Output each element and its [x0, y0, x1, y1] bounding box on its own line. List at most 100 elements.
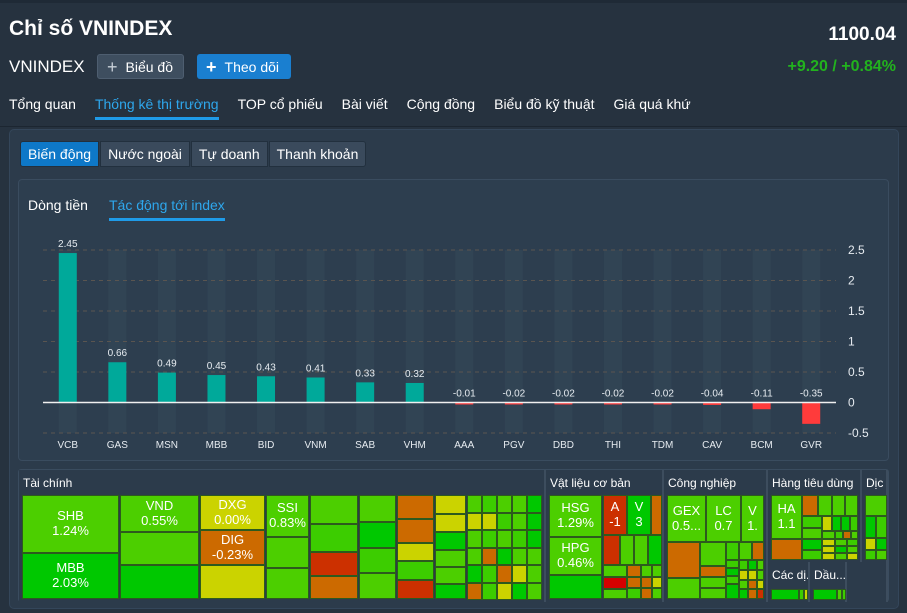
stock-cell[interactable]: [397, 543, 434, 561]
stock-cell[interactable]: [266, 537, 309, 568]
sector-industrials[interactable]: Công nghiệp GEX 0.5... LC 0.7 V 1.: [664, 470, 768, 602]
stock-cell-mbb[interactable]: MBB 2.03%: [22, 553, 119, 599]
stock-cell[interactable]: [603, 577, 627, 589]
stock-cell[interactable]: [200, 565, 265, 599]
stock-cell-lc[interactable]: LC 0.7: [706, 495, 741, 542]
stock-cell[interactable]: [865, 538, 876, 550]
stock-cell[interactable]: [435, 550, 466, 567]
stock-cell[interactable]: [497, 582, 512, 600]
stock-cell[interactable]: [620, 535, 634, 565]
stock-cell[interactable]: [512, 547, 527, 565]
stock-cell-ssi[interactable]: SSI 0.83%: [266, 495, 309, 537]
stock-cell[interactable]: [726, 560, 739, 568]
stock-cell-ha[interactable]: HA 1.1: [771, 495, 802, 539]
stock-cell[interactable]: [634, 535, 648, 565]
stock-cell[interactable]: [497, 547, 512, 565]
stock-cell[interactable]: [813, 589, 837, 600]
stock-cell[interactable]: [802, 528, 822, 539]
stock-cell[interactable]: [603, 589, 627, 599]
stock-cell[interactable]: [726, 576, 739, 584]
stock-cell[interactable]: [435, 532, 466, 550]
stock-cell-v[interactable]: V3: [627, 495, 651, 535]
stock-cell[interactable]: [482, 512, 497, 530]
stock-cell[interactable]: [435, 584, 466, 599]
stock-cell[interactable]: [835, 546, 847, 553]
stock-cell[interactable]: [832, 495, 845, 516]
stock-cell[interactable]: [467, 530, 482, 548]
stock-cell[interactable]: [641, 588, 652, 599]
stock-cell[interactable]: [757, 570, 764, 580]
stock-cell[interactable]: [832, 516, 841, 531]
stock-cell[interactable]: [482, 495, 497, 513]
stock-cell[interactable]: [842, 589, 846, 600]
stock-cell[interactable]: [841, 516, 850, 531]
stock-cell[interactable]: [851, 531, 858, 539]
stock-cell[interactable]: [667, 578, 700, 599]
stock-cell[interactable]: [752, 542, 764, 560]
stock-cell[interactable]: [651, 495, 662, 535]
stock-cell[interactable]: [726, 542, 739, 560]
stock-cell[interactable]: [843, 531, 851, 539]
stock-cell[interactable]: [310, 576, 358, 599]
stock-cell[interactable]: [804, 589, 808, 600]
stock-cell[interactable]: [527, 530, 542, 548]
stock-cell[interactable]: [310, 524, 358, 552]
stock-cell[interactable]: [482, 582, 497, 600]
stock-cell[interactable]: [652, 588, 662, 599]
stock-cell[interactable]: [802, 516, 822, 528]
stock-cell-hsg[interactable]: HSG 1.29%: [549, 495, 602, 537]
stock-cell[interactable]: [802, 539, 822, 550]
stock-cell[interactable]: [876, 516, 887, 538]
stock-cell[interactable]: [771, 539, 802, 560]
stock-cell[interactable]: [497, 512, 512, 530]
stock-cell[interactable]: [397, 561, 434, 580]
stock-cell[interactable]: [865, 516, 876, 538]
stock-cell-dxg[interactable]: DXG 0.00%: [200, 495, 265, 530]
stock-cell[interactable]: [120, 532, 199, 565]
stock-cell-vnd[interactable]: VND 0.55%: [120, 495, 199, 532]
stock-cell[interactable]: [512, 530, 527, 548]
stock-cell[interactable]: [397, 519, 434, 543]
stock-cell[interactable]: [822, 546, 835, 553]
stock-cell[interactable]: [627, 565, 641, 577]
stock-cell[interactable]: [847, 553, 858, 560]
stock-cell[interactable]: [641, 565, 652, 577]
stock-cell[interactable]: [739, 560, 748, 570]
stock-cell[interactable]: [757, 580, 764, 589]
stock-cell[interactable]: [527, 495, 542, 513]
stock-cell[interactable]: [527, 547, 542, 565]
stock-cell[interactable]: [482, 565, 497, 583]
stock-cell[interactable]: [603, 565, 627, 577]
stock-cell[interactable]: [667, 542, 700, 578]
sector-services[interactable]: Dịc: [862, 470, 888, 562]
stock-cell[interactable]: [739, 589, 748, 599]
stock-cell[interactable]: [467, 512, 482, 530]
stock-cell[interactable]: [512, 495, 527, 513]
stock-cell[interactable]: [603, 535, 620, 565]
stock-cell[interactable]: [845, 495, 858, 516]
stock-cell[interactable]: [876, 550, 887, 560]
stock-cell[interactable]: [527, 565, 542, 583]
stock-cell[interactable]: [397, 495, 434, 519]
stock-cell[interactable]: [549, 575, 602, 599]
stock-cell[interactable]: [739, 542, 752, 560]
stock-cell[interactable]: [652, 577, 662, 588]
stock-cell[interactable]: [310, 495, 358, 524]
stock-cell[interactable]: [700, 588, 726, 599]
stock-cell[interactable]: [652, 565, 662, 577]
stock-cell[interactable]: [739, 570, 748, 580]
stock-cell[interactable]: [527, 512, 542, 530]
stock-cell[interactable]: [822, 539, 835, 546]
stock-cell[interactable]: [865, 550, 876, 560]
stock-cell[interactable]: [822, 531, 835, 539]
stock-cell[interactable]: [802, 550, 822, 560]
stock-cell[interactable]: [748, 570, 757, 580]
stock-cell[interactable]: [512, 565, 527, 583]
stock-cell[interactable]: [818, 495, 832, 516]
stock-cell[interactable]: [627, 588, 641, 599]
stock-cell[interactable]: [359, 573, 396, 599]
sector-basic-materials[interactable]: Vật liệu cơ bản HSG 1.29% HPG 0.46% A -1 V 3: [546, 470, 664, 602]
stock-cell[interactable]: [266, 568, 309, 599]
stock-cell[interactable]: [739, 580, 748, 589]
stock-cell[interactable]: [435, 495, 466, 514]
